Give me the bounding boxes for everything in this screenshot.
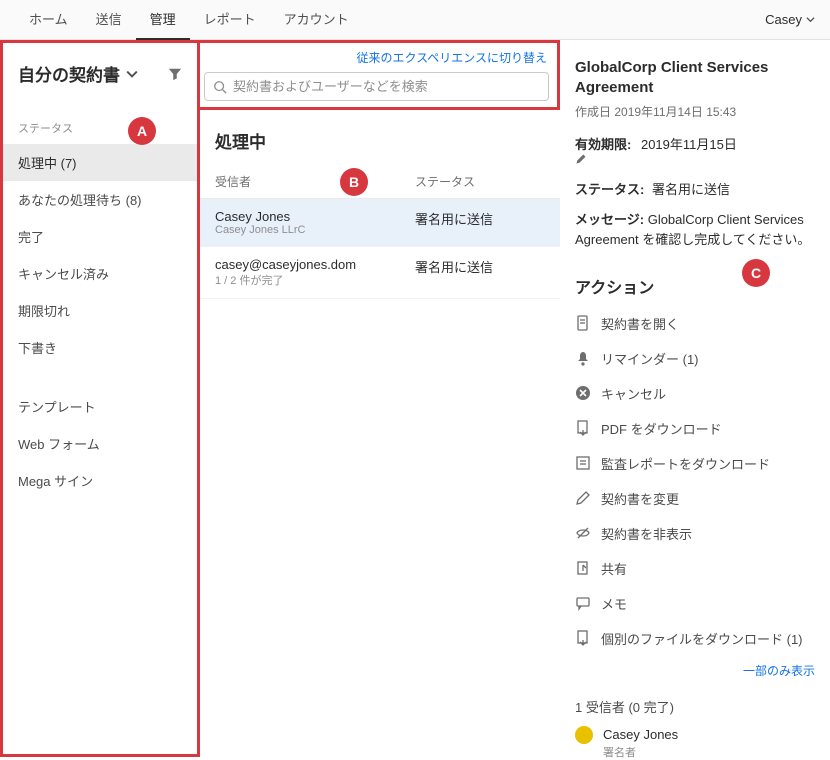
action-audit[interactable]: 監査レポートをダウンロード [575,446,815,481]
sidebar-item[interactable]: 下書き [3,329,197,366]
sidebar-item[interactable]: キャンセル済み [3,255,197,292]
sidebar-item[interactable]: 完了 [3,218,197,255]
action-label: メモ [601,594,627,613]
list-title: 処理中 [200,110,560,167]
mid-header-box: 従来のエクスペリエンスに切り替え [200,40,560,110]
note-icon [575,595,591,611]
audit-icon [575,455,591,471]
nav-管理[interactable]: 管理 [136,0,190,41]
row-name: casey@caseyjones.dom [215,257,415,272]
show-less-link[interactable]: 一部のみ表示 [575,662,815,679]
bell-icon [575,350,591,366]
recipients-summary: 1 受信者 (0 完了) [575,697,815,716]
row-status: 署名用に送信 [415,257,493,288]
nav-ホーム[interactable]: ホーム [15,0,82,41]
message-line: メッセージ: GlobalCorp Client Services Agreem… [575,210,815,250]
col-recipient: 受信者 [215,173,415,190]
action-hide[interactable]: 契約書を非表示 [575,516,815,551]
row-sub: 1 / 2 件が完了 [215,272,415,288]
sidebar-item[interactable]: 処理中 (7) [3,144,197,181]
sidebar-item[interactable]: あなたの処理待ち (8) [3,181,197,218]
row-sub: Casey Jones LLrC [215,224,415,236]
recipient-name: Casey Jones [603,727,678,742]
action-label: 契約書を変更 [601,489,679,508]
status-line: ステータス: 署名用に送信 [575,179,815,198]
agreement-row[interactable]: Casey JonesCasey Jones LLrC署名用に送信 [200,199,560,247]
search-input[interactable] [233,79,540,94]
annotation-badge-c: C [742,259,770,287]
action-cancel[interactable]: キャンセル [575,376,815,411]
avatar [575,726,593,744]
list-column-headers: 受信者 ステータス [200,167,560,199]
annotation-badge-b: B [340,168,368,196]
hide-icon [575,525,591,541]
row-name: Casey Jones [215,209,415,224]
annotation-badge-a: A [128,117,156,145]
action-label: 個別のファイルをダウンロード (1) [601,629,803,648]
sidebar-item[interactable]: 期限切れ [3,292,197,329]
sidebar-item[interactable]: テンプレート [3,388,197,425]
action-share[interactable]: 共有 [575,551,815,586]
agreement-title: GlobalCorp Client Services Agreement [575,58,815,99]
action-pdf[interactable]: PDF をダウンロード [575,411,815,446]
doc-icon [575,315,591,331]
action-label: リマインダー (1) [601,349,699,368]
action-label: 共有 [601,559,627,578]
edit-icon [575,490,591,506]
user-name: Casey [765,12,802,27]
action-label: 監査レポートをダウンロード [601,454,770,473]
agreement-row[interactable]: casey@caseyjones.dom1 / 2 件が完了署名用に送信 [200,247,560,299]
detail-panel: GlobalCorp Client Services Agreement 作成日… [560,40,830,757]
action-note[interactable]: メモ [575,586,815,621]
dlfile-icon [575,630,591,646]
chevron-down-icon [806,15,815,24]
row-status: 署名用に送信 [415,209,493,236]
action-label: キャンセル [601,384,666,403]
switch-experience-link[interactable]: 従来のエクスペリエンスに切り替え [200,43,557,68]
chevron-down-icon[interactable] [126,68,138,80]
col-status: ステータス [415,173,475,190]
edit-expiration-icon[interactable] [575,153,815,165]
action-doc[interactable]: 契約書を開く [575,306,815,341]
sidebar: 自分の契約書 ステータス 処理中 (7)あなたの処理待ち (8)完了キャンセル済… [0,40,200,757]
search-box[interactable] [204,72,549,101]
nav-アカウント[interactable]: アカウント [270,0,363,41]
share-icon [575,560,591,576]
recipient-row[interactable]: Casey Jones [575,726,815,744]
sidebar-status-label: ステータス [3,100,197,144]
cancel-icon [575,385,591,401]
action-label: 契約書を開く [601,314,679,333]
nav-送信[interactable]: 送信 [82,0,136,41]
sidebar-item[interactable]: Web フォーム [3,425,197,462]
action-bell[interactable]: リマインダー (1) [575,341,815,376]
action-edit[interactable]: 契約書を変更 [575,481,815,516]
user-menu[interactable]: Casey [765,12,815,27]
recipient-role: 署名者 [603,744,815,760]
action-label: 契約書を非表示 [601,524,692,543]
expiration-line: 有効期限: 2019年11月15日 [575,134,815,165]
pdf-icon [575,420,591,436]
actions-header: アクション [575,274,815,298]
action-label: PDF をダウンロード [601,419,722,438]
sidebar-item[interactable]: Mega サイン [3,462,197,499]
search-icon [213,80,227,94]
top-nav: ホーム送信管理レポートアカウント Casey [0,0,830,40]
nav-レポート[interactable]: レポート [190,0,270,41]
filter-icon[interactable] [168,67,182,81]
action-dlfile[interactable]: 個別のファイルをダウンロード (1) [575,621,815,656]
created-meta: 作成日 2019年11月14日 15:43 [575,103,815,120]
sidebar-title: 自分の契約書 [18,61,120,86]
